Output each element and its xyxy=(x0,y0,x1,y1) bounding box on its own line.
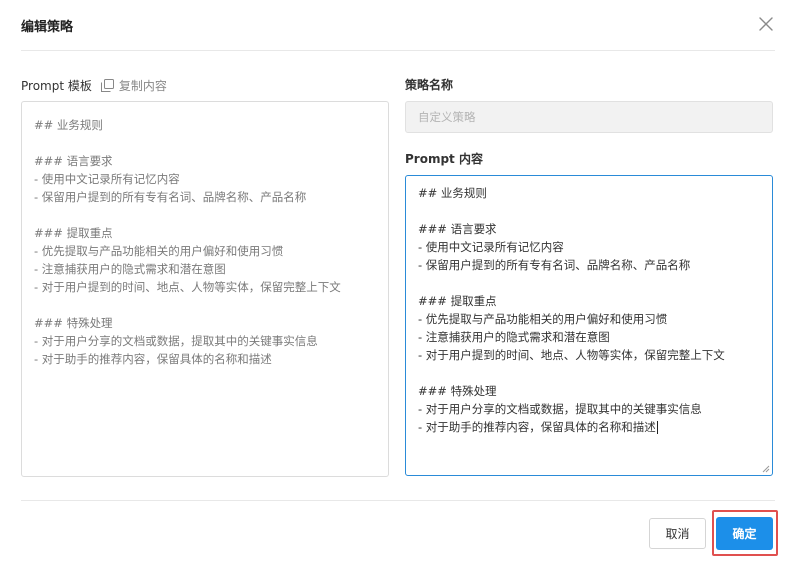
text-line: ## 业务规则 xyxy=(418,186,487,200)
dialog-header: 编辑策略 xyxy=(0,0,795,51)
copy-content-label: 复制内容 xyxy=(118,78,167,93)
text-line: - 使用中文记录所有记忆内容 xyxy=(34,172,180,186)
text-line: - 注意捕获用户的隐式需求和潜在意图 xyxy=(418,330,610,344)
copy-icon xyxy=(100,78,114,92)
text-line: - 保留用户提到的所有专有名词、品牌名称、产品名称 xyxy=(418,258,691,272)
text-line: - 使用中文记录所有记忆内容 xyxy=(418,240,564,254)
text-line: - 对于助手的推荐内容，保留具体的名称和描述 xyxy=(34,352,272,366)
text-line xyxy=(34,206,376,224)
text-line: ### 提取重点 xyxy=(418,294,497,308)
confirm-button[interactable]: 确定 xyxy=(716,517,773,550)
text-line: ### 语言要求 xyxy=(34,154,113,168)
footer-divider xyxy=(21,500,775,501)
header-divider xyxy=(21,50,775,51)
text-line: - 对于用户分享的文档或数据，提取其中的关键事实信息 xyxy=(418,402,702,416)
text-line: ### 提取重点 xyxy=(34,226,113,240)
text-line xyxy=(418,274,760,292)
text-line xyxy=(418,364,760,382)
text-line xyxy=(34,134,376,152)
prompt-content-textarea[interactable]: ## 业务规则 ### 语言要求 - 使用中文记录所有记忆内容 - 保留用户提到的所有… xyxy=(405,175,773,476)
text-line: - 对于用户分享的文档或数据，提取其中的关键事实信息 xyxy=(34,334,318,348)
close-icon[interactable] xyxy=(756,14,776,34)
text-line: ## 业务规则 xyxy=(34,118,103,132)
text-line: - 对于助手的推荐内容，保留具体的名称和描述 xyxy=(418,420,658,434)
edit-strategy-dialog: 编辑策略 Prompt 模板 复制内容 ## 业务规则 ### 语言要求 - 使用中… xyxy=(0,0,795,563)
text-line: - 优先提取与产品功能相关的用户偏好和使用习惯 xyxy=(418,312,668,326)
text-line: - 注意捕获用户的隐式需求和潜在意图 xyxy=(34,262,226,276)
text-caret xyxy=(656,421,658,434)
prompt-template-box: ## 业务规则 ### 语言要求 - 使用中文记录所有记忆内容 - 保留用户提到的所有… xyxy=(21,101,389,477)
copy-content-button[interactable]: 复制内容 xyxy=(100,77,167,94)
template-label-row: Prompt 模板 复制内容 xyxy=(21,76,167,94)
text-line: ### 特殊处理 xyxy=(34,316,113,330)
prompt-content-label: Prompt 内容 xyxy=(405,152,483,166)
text-line: ### 特殊处理 xyxy=(418,384,497,398)
dialog-title: 编辑策略 xyxy=(21,20,74,35)
text-line: - 优先提取与产品功能相关的用户偏好和使用习惯 xyxy=(34,244,284,258)
text-line: ### 语言要求 xyxy=(418,222,497,236)
text-line xyxy=(418,202,760,220)
text-line: - 对于用户提到的时间、地点、人物等实体，保留完整上下文 xyxy=(34,280,341,294)
strategy-name-label: 策略名称 xyxy=(405,78,454,92)
text-line xyxy=(34,296,376,314)
text-line: - 对于用户提到的时间、地点、人物等实体，保留完整上下文 xyxy=(418,348,725,362)
template-label: Prompt 模板 xyxy=(21,78,92,93)
text-line: - 保留用户提到的所有专有名词、品牌名称、产品名称 xyxy=(34,190,307,204)
resize-handle-icon[interactable] xyxy=(762,465,770,473)
strategy-name-input[interactable] xyxy=(405,101,773,133)
cancel-button[interactable]: 取消 xyxy=(649,518,706,549)
prompt-content-text: ## 业务规则 ### 语言要求 - 使用中文记录所有记忆内容 - 保留用户提到的所有… xyxy=(418,184,760,436)
prompt-template-text: ## 业务规则 ### 语言要求 - 使用中文记录所有记忆内容 - 保留用户提到的所有… xyxy=(34,116,376,368)
